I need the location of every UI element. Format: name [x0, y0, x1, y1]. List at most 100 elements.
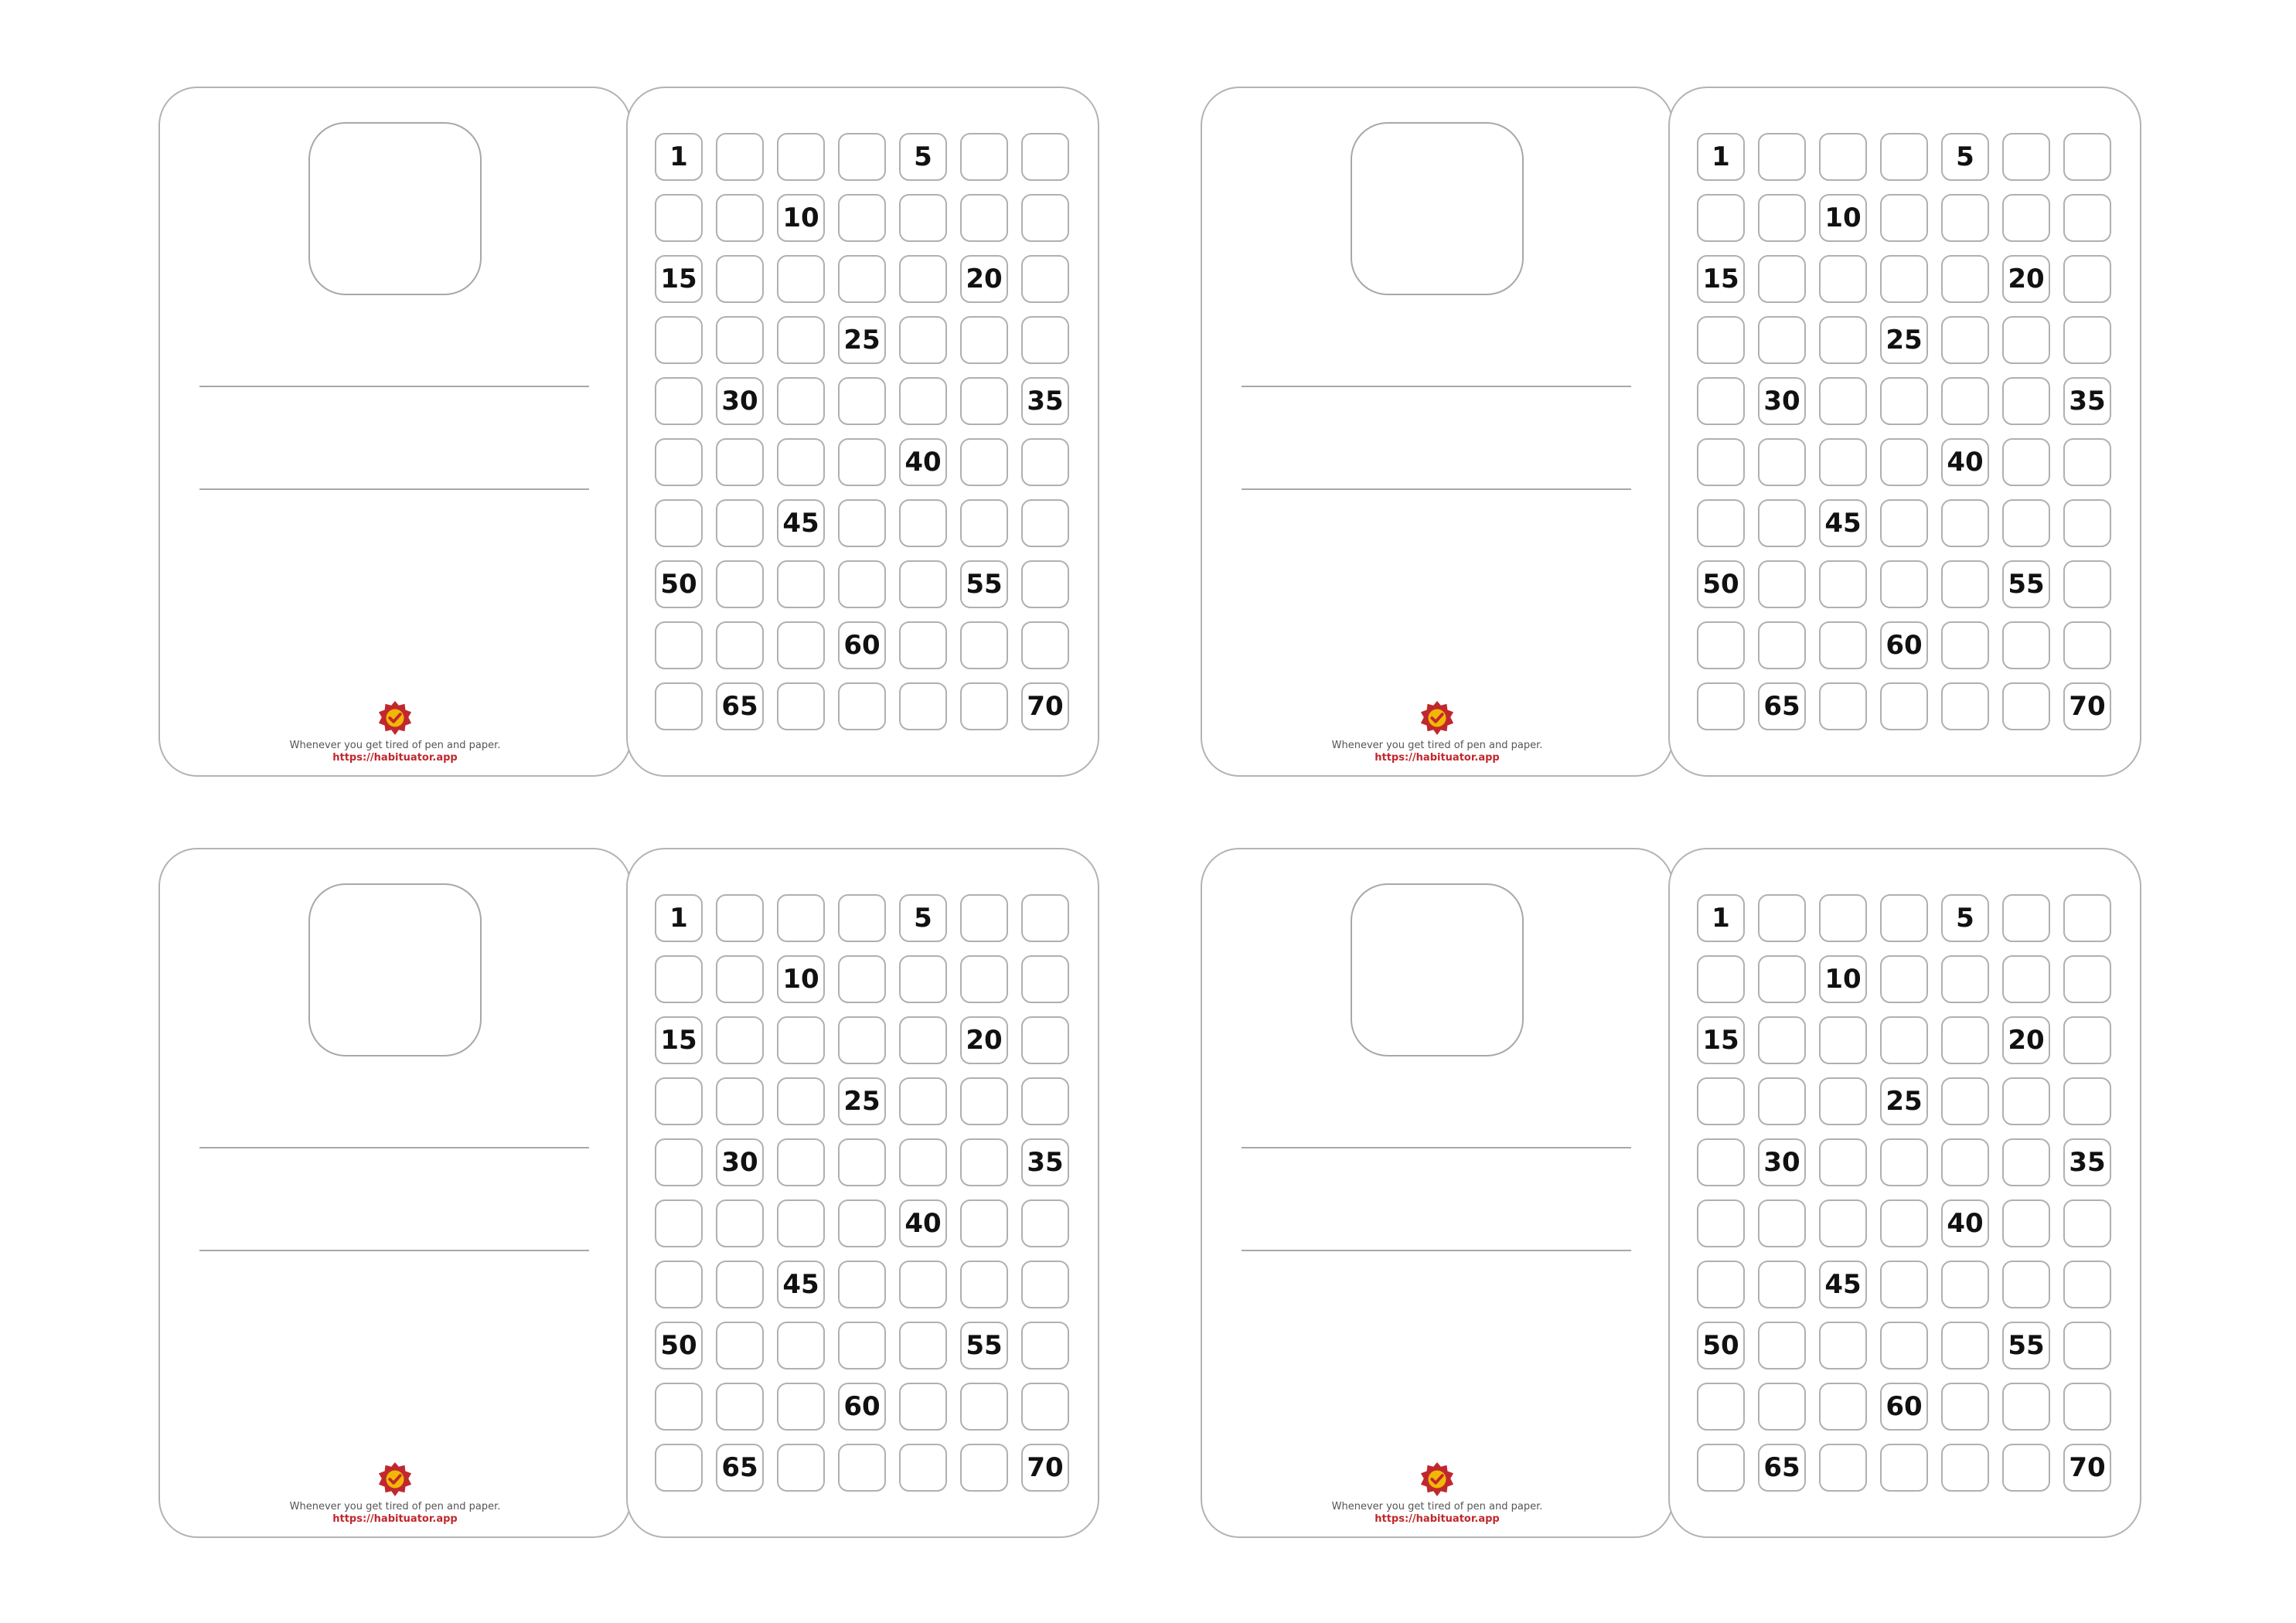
day-cell[interactable]: [838, 377, 886, 425]
day-cell[interactable]: [899, 560, 947, 608]
day-cell-labeled[interactable]: 65: [716, 682, 764, 730]
day-cell[interactable]: [1697, 1077, 1745, 1125]
day-cell[interactable]: [960, 1199, 1008, 1247]
day-cell[interactable]: [1819, 133, 1867, 181]
day-cell[interactable]: [2063, 1322, 2111, 1370]
day-cell-labeled[interactable]: 70: [1021, 1444, 1069, 1492]
day-cell[interactable]: [1941, 255, 1989, 303]
day-cell-labeled[interactable]: 50: [1697, 560, 1745, 608]
day-cell[interactable]: [2063, 1199, 2111, 1247]
day-cell[interactable]: [960, 1444, 1008, 1492]
day-cell[interactable]: [2063, 1077, 2111, 1125]
day-cell[interactable]: [777, 682, 825, 730]
day-cell[interactable]: [716, 1077, 764, 1125]
day-cell[interactable]: [1819, 255, 1867, 303]
day-cell[interactable]: [2063, 194, 2111, 242]
day-cell-labeled[interactable]: 15: [655, 1016, 703, 1064]
day-cell[interactable]: [1021, 499, 1069, 547]
day-cell-labeled[interactable]: 50: [1697, 1322, 1745, 1370]
day-cell[interactable]: [1021, 316, 1069, 364]
day-cell[interactable]: [1819, 438, 1867, 486]
day-cell[interactable]: [2002, 621, 2050, 669]
day-cell[interactable]: [777, 133, 825, 181]
day-cell-labeled[interactable]: 20: [960, 1016, 1008, 1064]
day-cell[interactable]: [655, 1383, 703, 1431]
day-cell-labeled[interactable]: 55: [960, 1322, 1008, 1370]
day-cell[interactable]: [1880, 1199, 1928, 1247]
day-cell[interactable]: [838, 194, 886, 242]
day-cell[interactable]: [2063, 621, 2111, 669]
day-cell[interactable]: [899, 1138, 947, 1186]
day-cell[interactable]: [2063, 133, 2111, 181]
day-cell[interactable]: [1941, 377, 1989, 425]
day-cell[interactable]: [838, 255, 886, 303]
day-cell[interactable]: [1880, 1444, 1928, 1492]
day-cell-labeled[interactable]: 10: [777, 955, 825, 1003]
day-cell[interactable]: [1880, 1261, 1928, 1308]
day-cell-labeled[interactable]: 70: [2063, 682, 2111, 730]
day-cell[interactable]: [2063, 1383, 2111, 1431]
day-cell[interactable]: [2063, 560, 2111, 608]
day-cell[interactable]: [899, 316, 947, 364]
day-cell[interactable]: [1758, 438, 1806, 486]
day-cell[interactable]: [1021, 438, 1069, 486]
day-cell[interactable]: [960, 1077, 1008, 1125]
day-cell[interactable]: [1697, 316, 1745, 364]
day-cell[interactable]: [655, 1199, 703, 1247]
day-cell[interactable]: [2063, 955, 2111, 1003]
day-cell[interactable]: [1021, 621, 1069, 669]
day-cell-labeled[interactable]: 1: [655, 894, 703, 942]
day-cell[interactable]: [960, 499, 1008, 547]
day-cell-labeled[interactable]: 40: [899, 1199, 947, 1247]
day-cell[interactable]: [899, 621, 947, 669]
day-cell[interactable]: [899, 377, 947, 425]
day-cell[interactable]: [960, 1383, 1008, 1431]
day-cell[interactable]: [1819, 1383, 1867, 1431]
day-cell-labeled[interactable]: 20: [960, 255, 1008, 303]
day-cell[interactable]: [1758, 560, 1806, 608]
day-cell[interactable]: [716, 621, 764, 669]
day-cell[interactable]: [1880, 133, 1928, 181]
day-cell-labeled[interactable]: 60: [838, 1383, 886, 1431]
day-cell-labeled[interactable]: 45: [777, 1261, 825, 1308]
day-cell[interactable]: [1697, 682, 1745, 730]
day-cell-labeled[interactable]: 65: [716, 1444, 764, 1492]
day-cell-labeled[interactable]: 30: [1758, 1138, 1806, 1186]
day-cell[interactable]: [777, 621, 825, 669]
day-cell[interactable]: [2063, 1261, 2111, 1308]
brand-url-link[interactable]: https://habituator.app: [160, 1513, 630, 1526]
day-cell[interactable]: [777, 894, 825, 942]
day-cell[interactable]: [1819, 1444, 1867, 1492]
day-cell[interactable]: [2063, 438, 2111, 486]
day-cell[interactable]: [2063, 316, 2111, 364]
day-cell[interactable]: [2063, 499, 2111, 547]
day-cell[interactable]: [1697, 1199, 1745, 1247]
day-cell[interactable]: [1819, 1322, 1867, 1370]
day-cell[interactable]: [2002, 682, 2050, 730]
day-cell[interactable]: [655, 377, 703, 425]
day-cell[interactable]: [960, 682, 1008, 730]
day-cell[interactable]: [960, 955, 1008, 1003]
day-cell[interactable]: [655, 438, 703, 486]
day-cell[interactable]: [655, 194, 703, 242]
day-cell[interactable]: [1697, 1383, 1745, 1431]
day-cell[interactable]: [1758, 194, 1806, 242]
day-cell-labeled[interactable]: 20: [2002, 255, 2050, 303]
day-cell[interactable]: [1697, 1261, 1745, 1308]
day-cell[interactable]: [655, 682, 703, 730]
day-cell[interactable]: [1941, 1138, 1989, 1186]
day-cell[interactable]: [1021, 1261, 1069, 1308]
day-cell-labeled[interactable]: 45: [1819, 1261, 1867, 1308]
day-cell[interactable]: [777, 1444, 825, 1492]
day-cell[interactable]: [2002, 1444, 2050, 1492]
day-cell[interactable]: [838, 499, 886, 547]
day-cell-labeled[interactable]: 40: [1941, 1199, 1989, 1247]
day-cell[interactable]: [1758, 1383, 1806, 1431]
day-cell-labeled[interactable]: 25: [1880, 316, 1928, 364]
day-cell[interactable]: [1819, 621, 1867, 669]
day-cell[interactable]: [1758, 255, 1806, 303]
day-cell[interactable]: [716, 316, 764, 364]
day-cell-labeled[interactable]: 25: [1880, 1077, 1928, 1125]
day-cell[interactable]: [1880, 438, 1928, 486]
day-cell-labeled[interactable]: 35: [2063, 1138, 2111, 1186]
